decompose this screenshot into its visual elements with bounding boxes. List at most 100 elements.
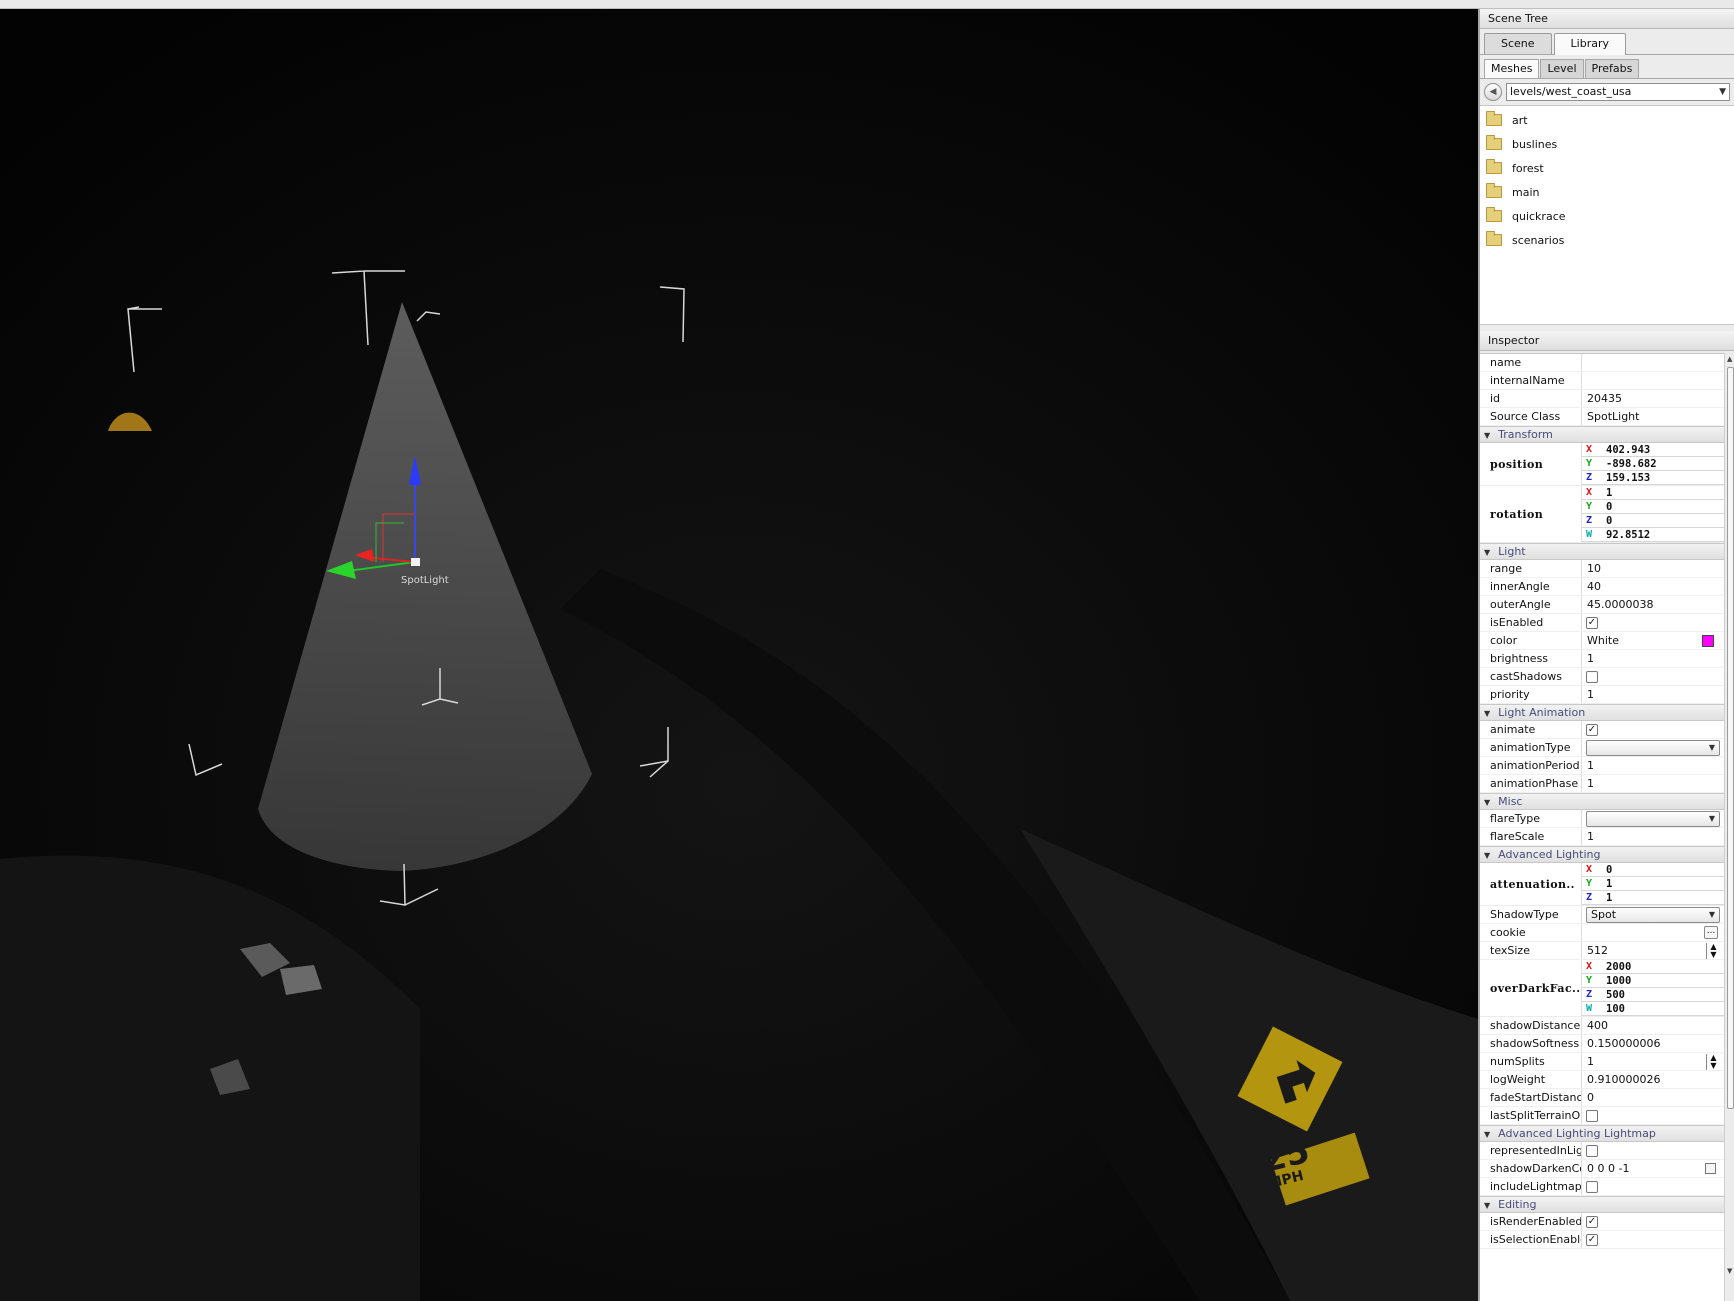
rotation-y[interactable]: Y0 [1582, 500, 1724, 514]
inspector-title: Inspector [1480, 331, 1734, 351]
field-shadow-distance[interactable]: shadowDistance 400 [1480, 1017, 1724, 1035]
over-dark-x[interactable]: X 2000 [1582, 960, 1724, 974]
folder-label: quickrace [1512, 209, 1566, 223]
field-fade-start-distance[interactable]: fadeStartDistance 0 [1480, 1089, 1724, 1107]
chevron-down-icon: ▼ [1708, 814, 1715, 823]
over-dark-w[interactable]: W 100 [1582, 1002, 1724, 1016]
inspector-body: name internalName id 20435 Source Class Sp… [1480, 353, 1724, 1301]
is-render-enabled-checkbox[interactable]: ✓ [1586, 1216, 1598, 1228]
over-dark-y[interactable]: Y 1000 [1582, 974, 1724, 988]
folder-label: art [1512, 113, 1528, 127]
color-swatch[interactable] [1702, 635, 1714, 647]
section-light-animation[interactable]: ▼ Light Animation [1480, 704, 1724, 721]
field-brightness[interactable]: brightness 1 [1480, 650, 1724, 668]
field-log-weight[interactable]: logWeight 0.910000026 [1480, 1071, 1724, 1089]
collapse-arrow-icon: ▼ [1484, 1201, 1491, 1210]
is-selection-enabled-checkbox[interactable]: ✓ [1586, 1234, 1598, 1246]
spinner-arrows-icon[interactable]: ▲ ▼ [1706, 1054, 1720, 1070]
section-advanced-lighting[interactable]: ▼ Advanced Lighting [1480, 846, 1724, 863]
over-dark-z[interactable]: Z 500 [1582, 988, 1724, 1002]
cast-shadows-checkbox[interactable] [1586, 671, 1598, 683]
field-outer-angle[interactable]: outerAngle 45.0000038 [1480, 596, 1724, 614]
field-range[interactable]: range 10 [1480, 560, 1724, 578]
section-light[interactable]: ▼ Light [1480, 543, 1724, 560]
folder-item[interactable]: forest [1480, 156, 1734, 180]
scroll-thumb[interactable] [1727, 367, 1734, 1109]
section-advanced-lighting-lightmap[interactable]: ▼ Advanced Lighting Lightmap [1480, 1125, 1724, 1142]
scroll-up-icon[interactable]: ▲ [1727, 355, 1732, 363]
scroll-down-icon[interactable]: ▼ [1727, 1267, 1732, 1275]
collapse-arrow-icon: ▼ [1484, 548, 1491, 557]
library-subtabs: Meshes Level Prefabs [1480, 55, 1734, 79]
folder-item[interactable]: quickrace [1480, 204, 1734, 228]
position-z[interactable]: Z 159.153 [1582, 471, 1724, 485]
inspector-panel: Inspector name internalName id 20435 Sour… [1480, 331, 1734, 1301]
shadow-type-dropdown[interactable]: Spot ▼ [1586, 907, 1720, 923]
field-shadow-softness[interactable]: shadowSoftness 0.150000006 [1480, 1035, 1724, 1053]
color-picker-icon[interactable] [1705, 1163, 1716, 1174]
subtab-prefabs[interactable]: Prefabs [1584, 59, 1640, 78]
field-id: id 20435 [1480, 390, 1724, 408]
field-cast-shadows: castShadows [1480, 668, 1724, 686]
field-animation-phase[interactable]: animationPhase 1 [1480, 775, 1724, 793]
chevron-down-icon: ▼ [1708, 910, 1715, 919]
folder-item[interactable]: scenarios [1480, 228, 1734, 252]
field-name[interactable]: name [1480, 354, 1724, 372]
attenuation-y[interactable]: Y1 [1582, 877, 1724, 891]
field-represented-in-lightmap: representedInLigh.. [1480, 1142, 1724, 1160]
tab-scene[interactable]: Scene [1484, 33, 1552, 54]
attenuation-x[interactable]: X0 [1582, 863, 1724, 877]
section-editing[interactable]: ▼ Editing [1480, 1196, 1724, 1213]
rotation-x[interactable]: X1 [1582, 486, 1724, 500]
collapse-arrow-icon: ▼ [1484, 1130, 1491, 1139]
3d-viewport[interactable]: SpotLight 25 MPH [0, 9, 1478, 1301]
field-shadow-darken-color[interactable]: shadowDarkenCo..0 0 0 -1 [1480, 1160, 1724, 1178]
color-value: White [1587, 634, 1619, 647]
collapse-arrow-icon: ▼ [1484, 431, 1491, 440]
field-flare-type: flareType ▼ [1480, 810, 1724, 828]
section-transform[interactable]: ▼ Transform [1480, 426, 1724, 443]
flare-type-dropdown[interactable]: ▼ [1586, 811, 1720, 827]
spotlight-label: SpotLight [401, 575, 449, 586]
field-animation-period[interactable]: animationPeriod 1 [1480, 757, 1724, 775]
represented-in-lightmap-checkbox[interactable] [1586, 1145, 1598, 1157]
subtab-meshes[interactable]: Meshes [1484, 59, 1540, 78]
position-y[interactable]: Y -898.682 [1582, 457, 1724, 471]
back-icon[interactable]: ◀ [1484, 83, 1502, 101]
field-over-dark-factor: overDarkFac.. X 2000 Y 1000 Z 500 W 100 [1480, 960, 1724, 1017]
animate-checkbox[interactable]: ✓ [1586, 724, 1598, 736]
path-row: ◀ levels/west_coast_usa ▼ [1480, 79, 1734, 105]
include-lightmapped-checkbox[interactable] [1586, 1181, 1598, 1193]
field-animate: animate ✓ [1480, 721, 1724, 739]
field-position: position X 402.943 Y -898.682 Z 159.153 [1480, 443, 1724, 486]
last-split-terrain-only-checkbox[interactable] [1586, 1110, 1598, 1122]
field-inner-angle[interactable]: innerAngle 40 [1480, 578, 1724, 596]
inspector-scrollbar[interactable]: ▲ ▼ [1724, 353, 1734, 1301]
field-internal-name[interactable]: internalName [1480, 372, 1724, 390]
tab-library[interactable]: Library [1553, 33, 1627, 55]
field-priority[interactable]: priority 1 [1480, 686, 1724, 704]
subtab-level[interactable]: Level [1540, 59, 1584, 78]
field-tex-size[interactable]: texSize 512 ▲ ▼ [1480, 942, 1724, 960]
field-color: color White [1480, 632, 1724, 650]
field-include-lightmapped: includeLightmapp.. [1480, 1178, 1724, 1196]
spinner-arrows-icon[interactable]: ▲ ▼ [1706, 943, 1720, 959]
folder-item[interactable]: buslines [1480, 132, 1734, 156]
rotation-w[interactable]: W 92.8512 [1582, 528, 1724, 542]
folder-item[interactable]: art [1480, 108, 1734, 132]
folder-item[interactable]: main [1480, 180, 1734, 204]
position-x[interactable]: X 402.943 [1582, 443, 1724, 457]
path-dropdown[interactable]: levels/west_coast_usa ▼ [1506, 83, 1730, 101]
rotation-z[interactable]: Z0 [1582, 514, 1724, 528]
attenuation-z[interactable]: Z1 [1582, 891, 1724, 905]
collapse-arrow-icon: ▼ [1484, 798, 1491, 807]
section-misc[interactable]: ▼ Misc [1480, 793, 1724, 810]
is-enabled-checkbox[interactable]: ✓ [1586, 617, 1598, 629]
field-num-splits[interactable]: numSplits 1 ▲ ▼ [1480, 1053, 1724, 1071]
field-flare-scale[interactable]: flareScale 1 [1480, 828, 1724, 846]
animation-type-dropdown[interactable]: ▼ [1586, 740, 1720, 756]
browse-button[interactable]: ... [1704, 926, 1718, 939]
path-value: levels/west_coast_usa [1510, 85, 1632, 98]
collapse-arrow-icon: ▼ [1484, 851, 1491, 860]
field-attenuation: attenuation.. X0 Y1 Z1 [1480, 863, 1724, 906]
